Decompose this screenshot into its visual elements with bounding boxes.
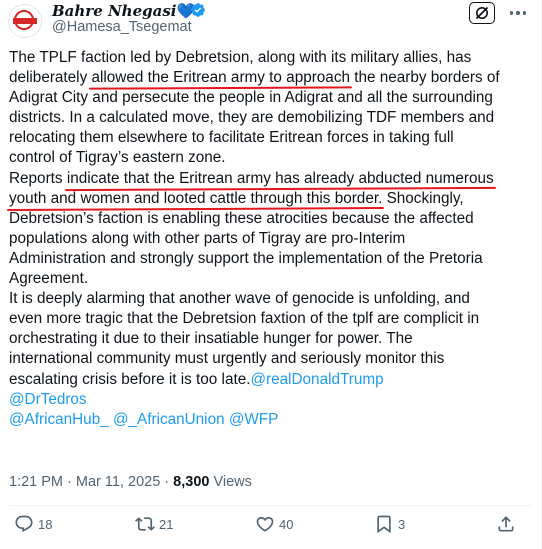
verified-badge-icon — [191, 3, 205, 17]
mention-link[interactable]: @_AfricanUnion — [113, 411, 225, 428]
tweet-time[interactable]: 1:21 PM — [9, 474, 63, 490]
tweet-text-segment: The TPLF faction led by Debretsion, alon… — [9, 49, 472, 66]
tweet-line: relocating them elsewhere to facilitate … — [9, 128, 537, 148]
retweet-button[interactable]: 21 — [135, 514, 173, 534]
grok-button[interactable] — [469, 2, 495, 24]
tweet-text-segment: populations along with other parts of Ti… — [9, 229, 406, 247]
tweet-text-segment: Adigrat City and persecute the people in… — [9, 89, 493, 107]
tweet-text-segment: orchestrating it due to their insatiable… — [9, 330, 413, 348]
tweet-text-segment: the nearby borders of — [349, 69, 500, 87]
tweet-line: orchestrating it due to their insatiable… — [9, 329, 537, 349]
tweet-text-segment: It is deeply alarming that another wave … — [9, 290, 470, 308]
tweet-line: escalating crisis before it is too late.… — [9, 370, 537, 390]
tweet-line: The TPLF faction led by Debretsion, alon… — [9, 48, 537, 68]
tweet-line: Reports indicate that the Eritrean army … — [9, 169, 537, 189]
like-button[interactable]: 40 — [255, 514, 293, 534]
tweet-line: youth and women and looted cattle throug… — [9, 189, 537, 209]
tweet-text-segment: escalating crisis before it is too late. — [9, 370, 251, 388]
underlined-text: youth and women and looted cattle throug… — [9, 189, 383, 207]
meta-separator-2: · — [160, 474, 174, 490]
tweet-text-segment: Reports — [9, 169, 67, 187]
mention-link[interactable]: @WFP — [229, 411, 279, 428]
tweet-meta: 1:21 PM · Mar 11, 2025 · 8,300 Views — [9, 474, 252, 490]
bookmark-icon — [377, 515, 391, 534]
tweet-line: control of Tigray’s eastern zone. — [9, 148, 537, 168]
tweet-line: even more tragic that the Debretsion fax… — [9, 309, 537, 329]
bookmark-button[interactable]: 3 — [374, 514, 405, 534]
grok-icon — [475, 6, 489, 20]
tweet-line: Debretsion’s faction is enabling these a… — [9, 209, 537, 229]
mention-link[interactable]: @AfricanHub_ — [9, 411, 109, 428]
action-bar: 18 21 40 3 — [0, 512, 542, 542]
underlined-text: allowed the Eritrean army to approach — [91, 69, 350, 87]
mention-link[interactable]: @DrTedros — [9, 391, 87, 408]
tweet-text-segment: relocating them elsewhere to facilitate … — [9, 129, 454, 147]
display-name-text: Bahre Nhegasi — [52, 2, 177, 20]
tweet-text-segment: Shockingly, — [382, 189, 464, 207]
tweet-text-segment: deliberately — [9, 69, 92, 87]
tweet-line: @DrTedros — [9, 390, 537, 410]
tweet-text-segment: districts. In a calculated move, they ar… — [9, 109, 495, 127]
tweet-text-segment: control of Tigray’s eastern zone. — [9, 149, 226, 167]
reply-icon — [15, 515, 33, 533]
tweet-text-segment: Agreement. — [9, 270, 89, 288]
author-handle[interactable]: @Hamesa_Tsegemat — [52, 19, 192, 35]
avatar[interactable] — [8, 4, 42, 38]
tweet-text-segment: even more tragic that the Debretsion fax… — [9, 310, 480, 328]
tweet-line: international community must urgently an… — [9, 349, 537, 369]
tweet-text-segment: Administration and strongly support the … — [9, 249, 483, 267]
tweet-line: It is deeply alarming that another wave … — [9, 289, 537, 309]
tweet-line: populations along with other parts of Ti… — [9, 229, 537, 249]
bookmark-count: 3 — [398, 516, 406, 532]
like-count: 40 — [279, 516, 294, 532]
share-button[interactable] — [496, 514, 516, 534]
reply-button[interactable]: 18 — [14, 514, 52, 534]
retweet-icon — [135, 517, 155, 531]
share-icon — [498, 516, 514, 532]
tweet-text-segment: international community must urgently an… — [9, 350, 445, 368]
divider — [9, 505, 532, 506]
tweet-text-segment: Debretsion’s faction is enabling these a… — [9, 209, 474, 227]
tweet-date[interactable]: Mar 11, 2025 — [76, 474, 160, 490]
display-name[interactable]: Bahre Nhegasi💙 — [52, 2, 195, 20]
tweet-line: districts. In a calculated move, they ar… — [9, 108, 537, 128]
views-count: 8,300 — [173, 474, 210, 490]
reply-count: 18 — [38, 516, 53, 532]
retweet-count: 21 — [159, 516, 174, 532]
tweet-line: deliberately allowed the Eritrean army t… — [9, 68, 537, 88]
tweet-text: The TPLF faction led by Debretsion, alon… — [9, 48, 537, 430]
views-label: Views — [209, 474, 252, 490]
mention-link[interactable]: @realDonaldTrump — [250, 371, 383, 388]
meta-separator: · — [63, 474, 76, 490]
tweet-card: Bahre Nhegasi💙 @Hamesa_Tsegemat The TPLF… — [0, 0, 542, 549]
like-icon — [256, 516, 274, 532]
tweet-line: Adigrat City and persecute the people in… — [9, 88, 537, 108]
tweet-line: Administration and strongly support the … — [9, 249, 537, 269]
more-icon[interactable] — [506, 4, 530, 22]
tweet-line: @AfricanHub_ @_AfricanUnion @WFP — [9, 410, 537, 430]
avatar-band — [13, 18, 37, 24]
tweet-line: Agreement. — [9, 269, 537, 289]
underlined-text: indicate that the Eritrean army has alre… — [66, 169, 494, 187]
